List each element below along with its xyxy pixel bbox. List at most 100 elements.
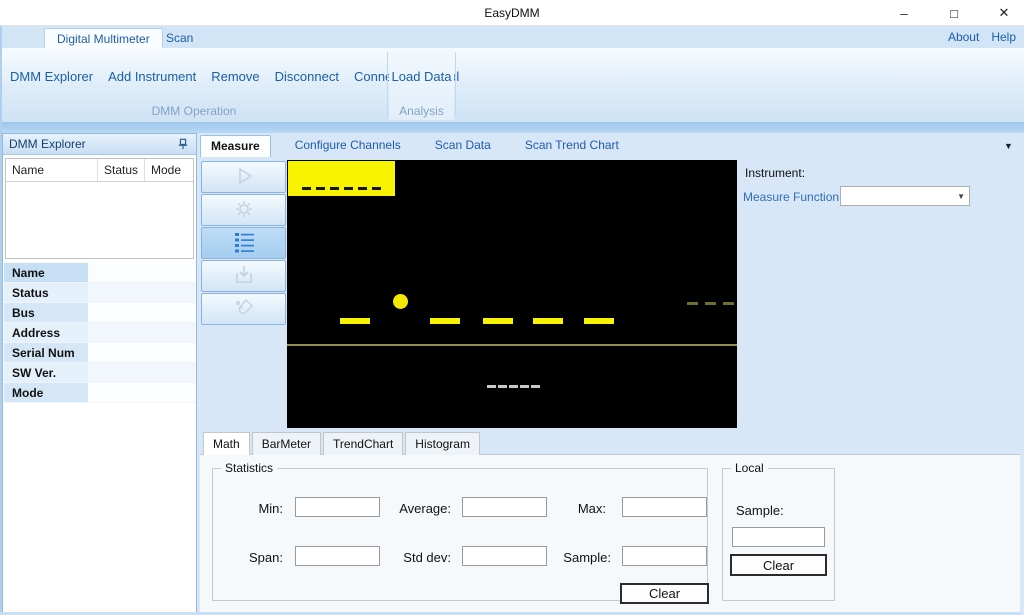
- ribbon-separator: [387, 52, 388, 116]
- local-sample-field[interactable]: [732, 527, 825, 547]
- list-icon: [231, 230, 257, 257]
- instrument-tree-table[interactable]: Name Status Mode: [5, 158, 194, 259]
- title-bar: EasyDMM – □ ✕: [0, 0, 1024, 26]
- list-button[interactable]: [201, 227, 286, 259]
- dmm-explorer-panel: DMM Explorer Name Status Mode Name Statu…: [2, 133, 197, 613]
- dmm-explorer-title: DMM Explorer: [9, 137, 86, 151]
- maximize-icon[interactable]: □: [944, 6, 964, 21]
- display-divider: [287, 344, 737, 346]
- unit-indicator-segment: [705, 302, 716, 305]
- pin-icon[interactable]: [176, 137, 190, 151]
- local-clear-button[interactable]: Clear: [730, 554, 827, 576]
- span-label: Span:: [249, 550, 283, 565]
- settings-gear-icon: [232, 197, 256, 224]
- local-groupbox: Local Sample: Clear: [722, 461, 835, 601]
- local-sample-label: Sample:: [736, 503, 784, 518]
- measure-toolbar: [201, 161, 286, 326]
- dmm-explorer-header: DMM Explorer: [3, 134, 196, 155]
- easydmm-window: EasyDMM – □ ✕ Digital Multimeter Scan Ab…: [0, 0, 1024, 615]
- clear-button[interactable]: [201, 293, 286, 325]
- min-label: Min:: [258, 501, 283, 516]
- range-annunciator: [288, 161, 395, 196]
- tab-configure-channels[interactable]: Configure Channels: [285, 135, 411, 157]
- reading-segment: [533, 318, 563, 324]
- remove-button[interactable]: Remove: [211, 69, 259, 84]
- group-label-dmm-operation: DMM Operation: [151, 104, 237, 118]
- table-row: Mode: [4, 383, 196, 403]
- table-row: Bus: [4, 303, 196, 323]
- tree-col-mode: Mode: [151, 163, 182, 177]
- chevron-down-icon[interactable]: ▼: [1004, 141, 1013, 151]
- close-icon[interactable]: ✕: [994, 5, 1014, 21]
- measure-function-select[interactable]: ▼: [840, 186, 970, 206]
- tree-col-name: Name: [6, 159, 98, 181]
- tab-math[interactable]: Math: [203, 432, 250, 455]
- help-menu: About Help: [948, 26, 1016, 48]
- tab-digital-multimeter[interactable]: Digital Multimeter: [44, 28, 163, 48]
- tab-trendchart[interactable]: TrendChart: [323, 432, 404, 455]
- help-menu-item[interactable]: Help: [991, 30, 1016, 44]
- ribbon-bottom-strip: [0, 122, 1024, 133]
- reading-segment: [584, 318, 614, 324]
- add-instrument-button[interactable]: Add Instrument: [108, 69, 196, 84]
- max-field[interactable]: [622, 497, 707, 517]
- group-dmm-operation: DMM Explorer Add Instrument Remove Disco…: [2, 50, 459, 120]
- group-analysis: Load Data Analysis: [389, 50, 454, 120]
- std-dev-field[interactable]: [462, 546, 547, 566]
- table-row: Address: [4, 323, 196, 343]
- window-border: [0, 26, 2, 615]
- settings-button[interactable]: [201, 194, 286, 226]
- prop-serialnum-label: Serial Num: [4, 343, 88, 362]
- tab-scan-trend-chart[interactable]: Scan Trend Chart: [515, 135, 629, 157]
- reading-segment: [340, 318, 370, 324]
- group-label-analysis: Analysis: [399, 104, 444, 118]
- prop-swver-value: [88, 363, 196, 382]
- tree-col-status: Status: [98, 159, 145, 181]
- chevron-down-icon: ▼: [957, 191, 965, 201]
- save-data-button[interactable]: [201, 260, 286, 292]
- unit-indicator-segment: [723, 302, 734, 305]
- dmm-explorer-button[interactable]: DMM Explorer: [10, 69, 93, 84]
- tab-scan[interactable]: Scan: [154, 28, 205, 48]
- math-panel: Statistics Min: Average: Max: Span: Std …: [200, 454, 1020, 612]
- secondary-reading-segment: [498, 385, 507, 388]
- measure-tab-strip: Measure Configure Channels Scan Data Sca…: [200, 135, 629, 157]
- save-data-icon: [232, 263, 256, 290]
- about-menu-item[interactable]: About: [948, 30, 979, 44]
- table-row: Name: [4, 263, 196, 283]
- sample-field[interactable]: [622, 546, 707, 566]
- instrument-label: Instrument:: [745, 166, 806, 180]
- average-field[interactable]: [462, 497, 547, 517]
- secondary-reading-segment: [509, 385, 518, 388]
- std-dev-label: Std dev:: [403, 550, 451, 565]
- tab-scan-data[interactable]: Scan Data: [425, 135, 501, 157]
- statistics-clear-button[interactable]: Clear: [620, 583, 709, 604]
- minimize-icon[interactable]: –: [894, 6, 914, 21]
- local-title: Local: [735, 461, 764, 475]
- tree-header: Name Status Mode: [6, 159, 193, 182]
- sample-label: Sample:: [563, 550, 611, 565]
- prop-address-value: [88, 323, 196, 342]
- decimal-point: [393, 294, 408, 309]
- secondary-reading-segment: [520, 385, 529, 388]
- prop-bus-value: [88, 303, 196, 322]
- window-controls: – □ ✕: [894, 0, 1014, 26]
- prop-mode-label: Mode: [4, 383, 88, 402]
- statistics-title: Statistics: [225, 461, 274, 475]
- run-icon: [232, 164, 256, 191]
- window-title: EasyDMM: [484, 5, 540, 20]
- load-data-button[interactable]: Load Data: [392, 69, 452, 84]
- reading-segment: [430, 318, 460, 324]
- run-button[interactable]: [201, 161, 286, 193]
- span-field[interactable]: [295, 546, 380, 566]
- tab-barmeter[interactable]: BarMeter: [251, 432, 322, 455]
- table-row: Serial Num: [4, 343, 196, 363]
- ribbon: DMM Explorer Add Instrument Remove Disco…: [0, 48, 1024, 122]
- tab-measure[interactable]: Measure: [200, 135, 271, 157]
- disconnect-button[interactable]: Disconnect: [275, 69, 339, 84]
- instrument-properties-table: Name Status Bus Address Serial Num SW Ve…: [4, 263, 196, 403]
- tab-histogram[interactable]: Histogram: [405, 432, 480, 455]
- min-field[interactable]: [295, 497, 380, 517]
- measurement-display: [287, 160, 737, 428]
- average-label: Average:: [399, 501, 451, 516]
